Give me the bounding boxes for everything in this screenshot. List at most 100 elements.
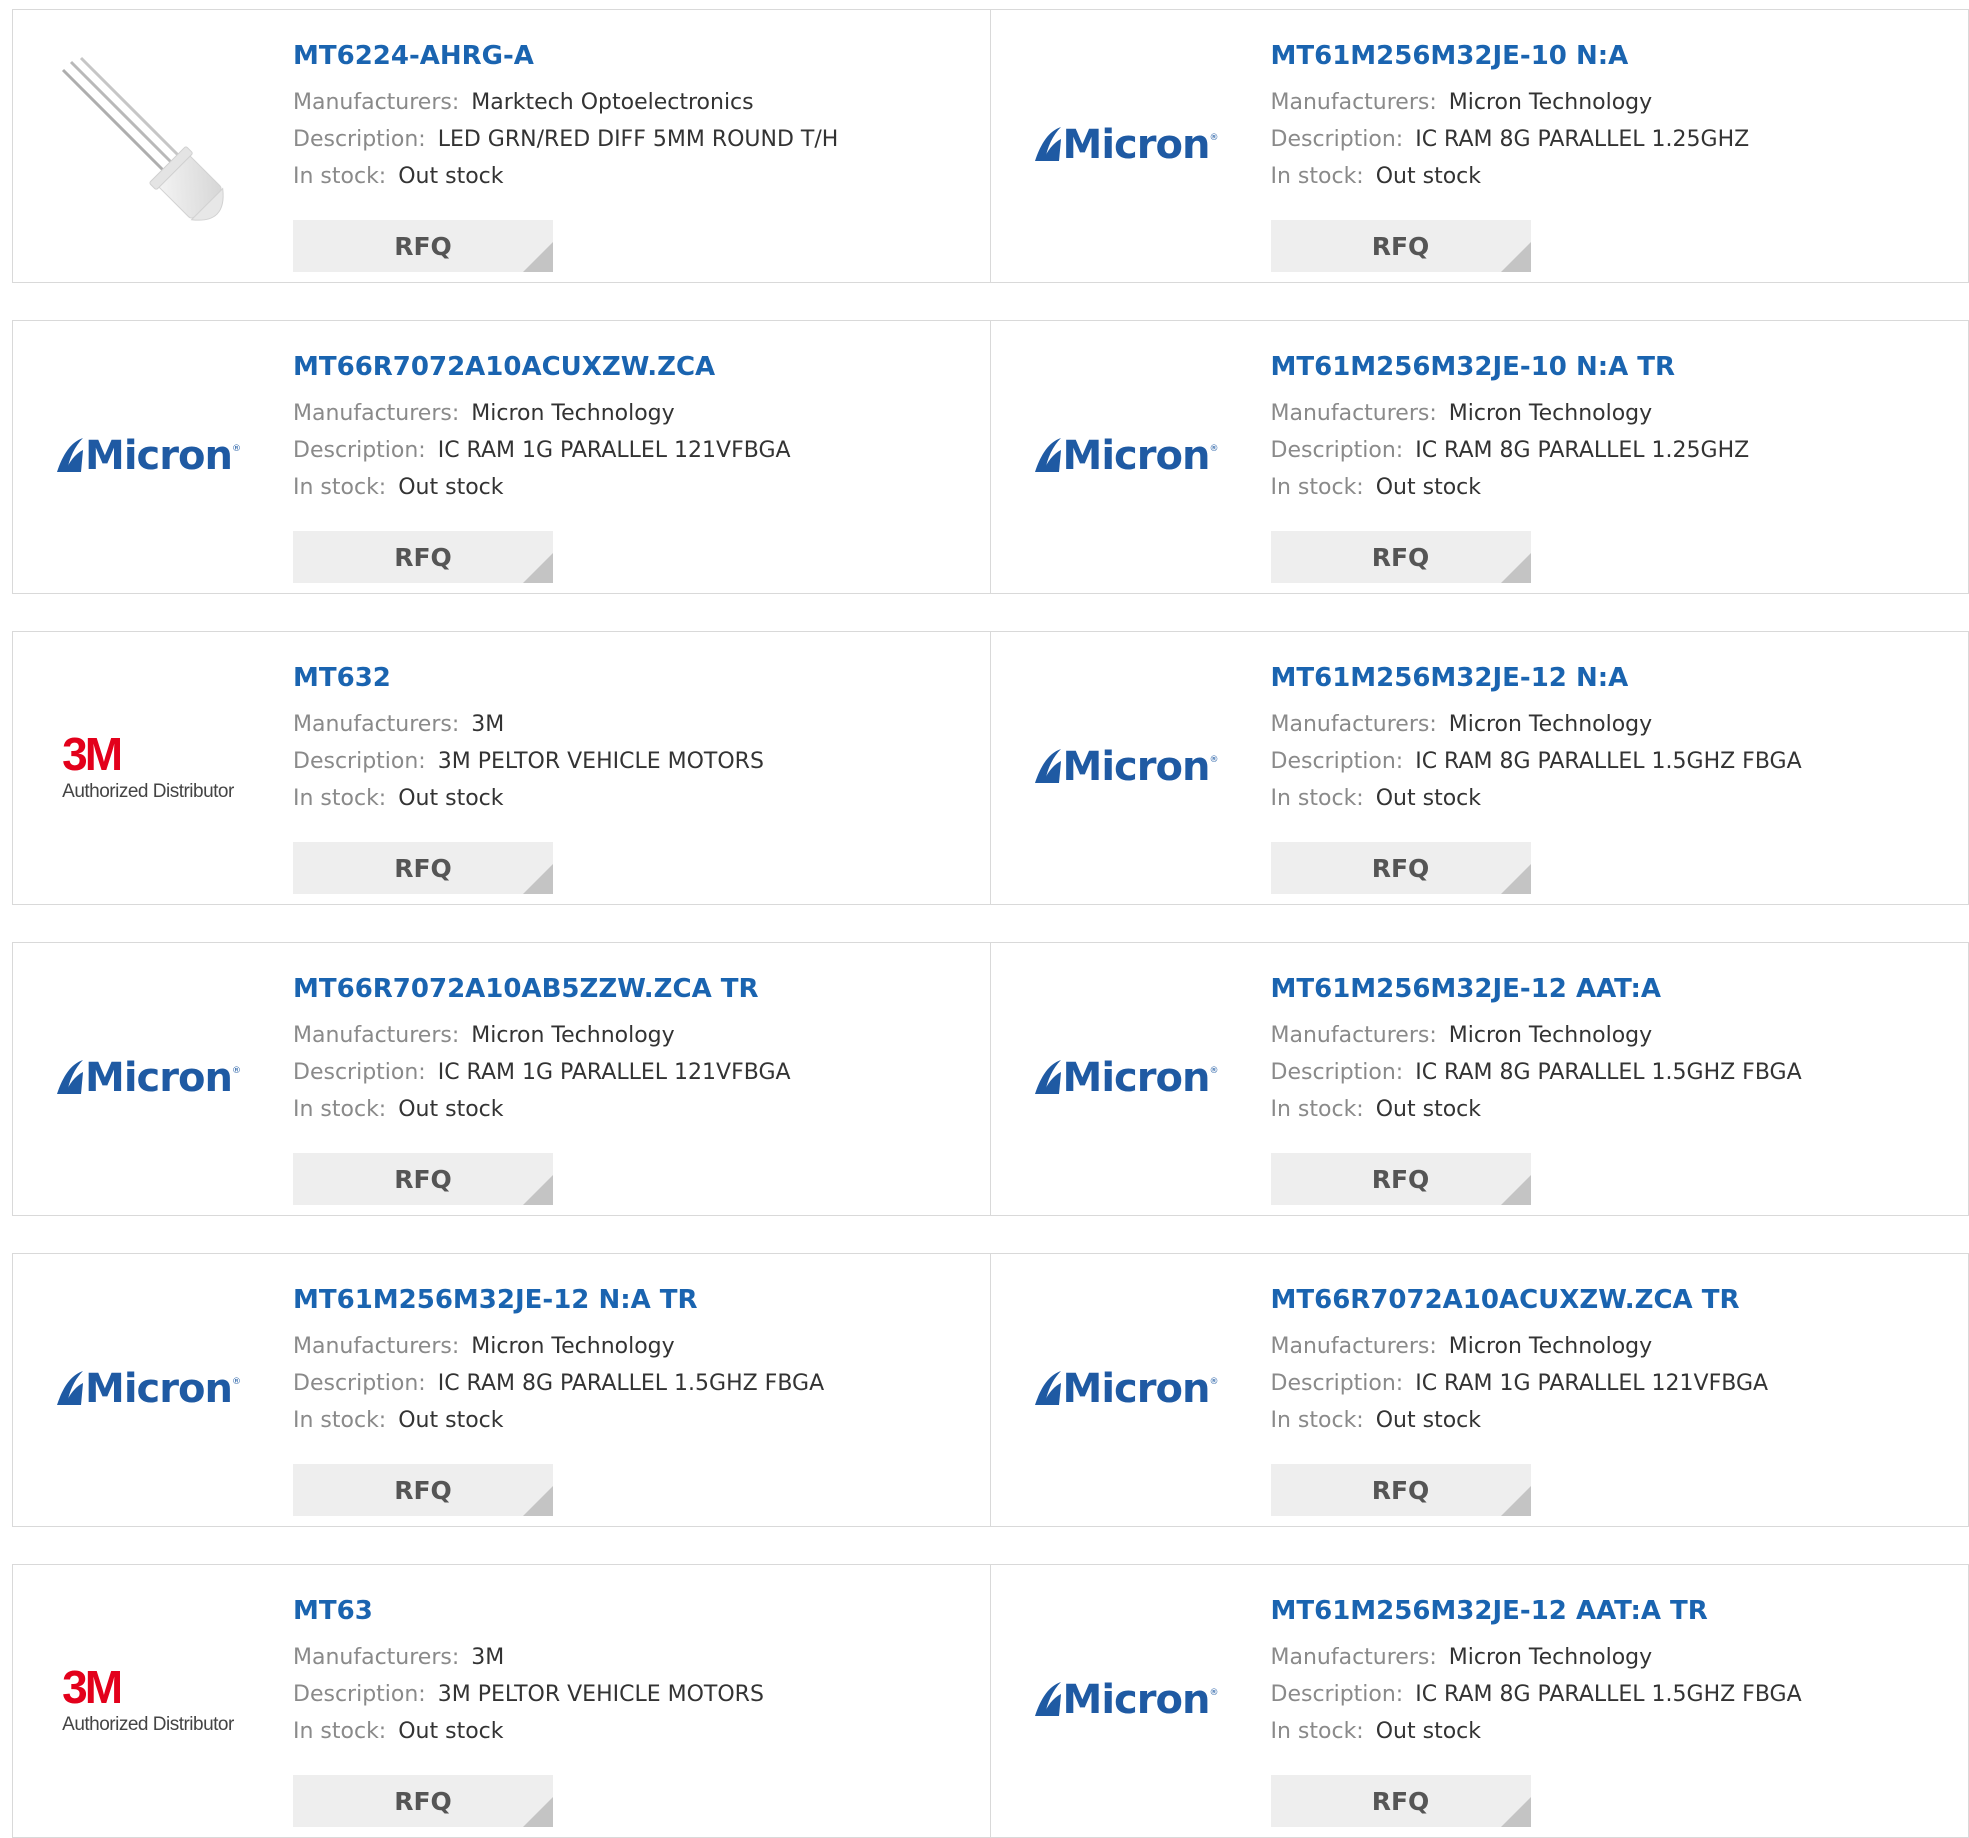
description-label: Description: (293, 1060, 426, 1085)
part-number-link[interactable]: MT61M256M32JE-10 N:A TR (1271, 351, 1959, 383)
part-number-link[interactable]: MT6224-AHRG-A (293, 40, 980, 72)
product-image[interactable]: Micron ® (1021, 361, 1231, 551)
stock-value: Out stock (398, 1097, 504, 1122)
product-row: Micron ® MT61M256M32JE-12 N:A TR Manufac… (12, 1253, 1969, 1527)
product-image[interactable]: Micron ® (1021, 983, 1231, 1173)
product-image[interactable]: 3M Authorized Distributor (43, 672, 253, 862)
stock-row: In stock: Out stock (1271, 469, 1959, 506)
micron-wordmark: Micron (1062, 1677, 1211, 1723)
micron-logo: Micron ® (1033, 121, 1218, 169)
product-image[interactable]: Micron ® (1021, 1294, 1231, 1484)
manufacturer-row: Manufacturers: 3M (293, 706, 980, 743)
part-number-link[interactable]: MT61M256M32JE-12 N:A (1271, 662, 1959, 694)
rfq-button[interactable]: RFQ (293, 220, 553, 272)
stock-label: In stock: (293, 475, 387, 500)
rfq-button[interactable]: RFQ (1270, 1153, 1531, 1205)
manufacturer-value: Micron Technology (1448, 1334, 1653, 1359)
description-row: Description: IC RAM 8G PARALLEL 1.5GHZ FB… (1271, 1676, 1959, 1713)
rfq-button[interactable]: RFQ (1270, 842, 1531, 894)
product-card: Micron ® MT61M256M32JE-12 N:A Manufactur… (991, 632, 1969, 904)
product-card: Micron ® MT61M256M32JE-10 N:A TR Manufac… (991, 321, 1969, 593)
trademark-icon: ® (1209, 1066, 1219, 1076)
manufacturer-label: Manufacturers: (293, 1645, 460, 1670)
rfq-button[interactable]: RFQ (293, 1153, 553, 1205)
3m-authorized-distributor: Authorized Distributor (62, 781, 234, 802)
stock-value: Out stock (1375, 475, 1481, 500)
micron-logo: Micron ® (55, 1365, 241, 1413)
product-image[interactable]: Micron ® (43, 983, 253, 1173)
trademark-icon: ® (1209, 755, 1219, 765)
manufacturer-label: Manufacturers: (293, 401, 460, 426)
part-number-link[interactable]: MT632 (293, 662, 980, 694)
description-label: Description: (1270, 749, 1404, 774)
product-image[interactable]: Micron ® (1021, 50, 1231, 240)
stock-label: In stock: (1270, 1719, 1364, 1744)
part-number-link[interactable]: MT66R7072A10ACUXZW.ZCA TR (1271, 1284, 1959, 1316)
description-row: Description: 3M PELTOR VEHICLE MOTORS (293, 743, 980, 780)
rfq-button[interactable]: RFQ (1270, 1464, 1531, 1516)
micron-logo: Micron ® (55, 1054, 241, 1102)
rfq-label: RFQ (394, 543, 452, 572)
rfq-button[interactable]: RFQ (1270, 531, 1531, 583)
manufacturer-value: Micron Technology (1448, 90, 1653, 115)
micron-logo: Micron ® (1033, 432, 1218, 480)
description-label: Description: (293, 127, 426, 152)
part-number-link[interactable]: MT61M256M32JE-10 N:A (1271, 40, 1959, 72)
description-value: IC RAM 8G PARALLEL 1.25GHZ (1415, 438, 1750, 463)
product-card: Micron ® MT61M256M32JE-10 N:A Manufactur… (991, 10, 1969, 282)
micron-wordmark: Micron (1062, 1055, 1211, 1101)
part-number-link[interactable]: MT66R7072A10ACUXZW.ZCA (293, 351, 980, 383)
stock-label: In stock: (293, 164, 387, 189)
description-value: IC RAM 8G PARALLEL 1.5GHZ FBGA (1415, 749, 1802, 774)
description-row: Description: IC RAM 8G PARALLEL 1.5GHZ FB… (1271, 743, 1959, 780)
product-image[interactable]: Micron ® (43, 1294, 253, 1484)
rfq-button[interactable]: RFQ (293, 531, 553, 583)
micron-wordmark: Micron (1062, 744, 1211, 790)
rfq-label: RFQ (1371, 854, 1430, 883)
rfq-button[interactable]: RFQ (1270, 220, 1531, 272)
product-image[interactable] (43, 50, 253, 240)
manufacturer-value: Micron Technology (1448, 1023, 1653, 1048)
description-label: Description: (1270, 1371, 1404, 1396)
corner-fold-icon (523, 864, 553, 894)
stock-row: In stock: Out stock (293, 1091, 980, 1128)
product-grid: MT6224-AHRG-A Manufacturers: Marktech Opt… (12, 9, 1969, 1838)
part-number-link[interactable]: MT61M256M32JE-12 AAT:A TR (1271, 1595, 1959, 1627)
description-label: Description: (1270, 127, 1404, 152)
manufacturer-label: Manufacturers: (293, 90, 460, 115)
product-image[interactable]: Micron ® (1021, 672, 1231, 862)
part-number-link[interactable]: MT63 (293, 1595, 980, 1627)
description-label: Description: (293, 438, 426, 463)
rfq-button[interactable]: RFQ (293, 1775, 553, 1827)
part-number-link[interactable]: MT61M256M32JE-12 N:A TR (293, 1284, 980, 1316)
description-value: 3M PELTOR VEHICLE MOTORS (437, 749, 764, 774)
description-label: Description: (293, 1371, 426, 1396)
micron-swoosh-icon (57, 1060, 84, 1094)
micron-swoosh-icon (1034, 749, 1061, 783)
corner-fold-icon (523, 1486, 553, 1516)
product-info: MT66R7072A10ACUXZW.ZCA TR Manufacturers:… (1270, 1284, 1959, 1516)
stock-value: Out stock (398, 1408, 504, 1433)
manufacturer-label: Manufacturers: (1270, 1334, 1437, 1359)
product-image[interactable]: Micron ® (1021, 1605, 1231, 1795)
3m-logo: 3M Authorized Distributor (62, 1664, 234, 1736)
stock-label: In stock: (293, 786, 387, 811)
micron-swoosh-icon (1034, 1371, 1061, 1405)
rfq-button[interactable]: RFQ (293, 842, 553, 894)
description-value: IC RAM 1G PARALLEL 121VFBGA (437, 438, 791, 463)
stock-row: In stock: Out stock (293, 1713, 980, 1750)
product-card: Micron ® MT66R7072A10ACUXZW.ZCA Manufact… (13, 321, 991, 593)
description-label: Description: (1270, 1060, 1404, 1085)
part-number-link[interactable]: MT66R7072A10AB5ZZW.ZCA TR (293, 973, 980, 1005)
corner-fold-icon (523, 242, 553, 272)
corner-fold-icon (1500, 1175, 1531, 1205)
part-number-link[interactable]: MT61M256M32JE-12 AAT:A (1271, 973, 1959, 1005)
product-image[interactable]: 3M Authorized Distributor (43, 1605, 253, 1795)
manufacturer-value: Micron Technology (1448, 712, 1653, 737)
description-label: Description: (1270, 1682, 1404, 1707)
manufacturer-row: Manufacturers: Micron Technology (1271, 706, 1959, 743)
stock-value: Out stock (398, 164, 504, 189)
rfq-button[interactable]: RFQ (1270, 1775, 1531, 1827)
rfq-button[interactable]: RFQ (293, 1464, 553, 1516)
product-image[interactable]: Micron ® (43, 361, 253, 551)
